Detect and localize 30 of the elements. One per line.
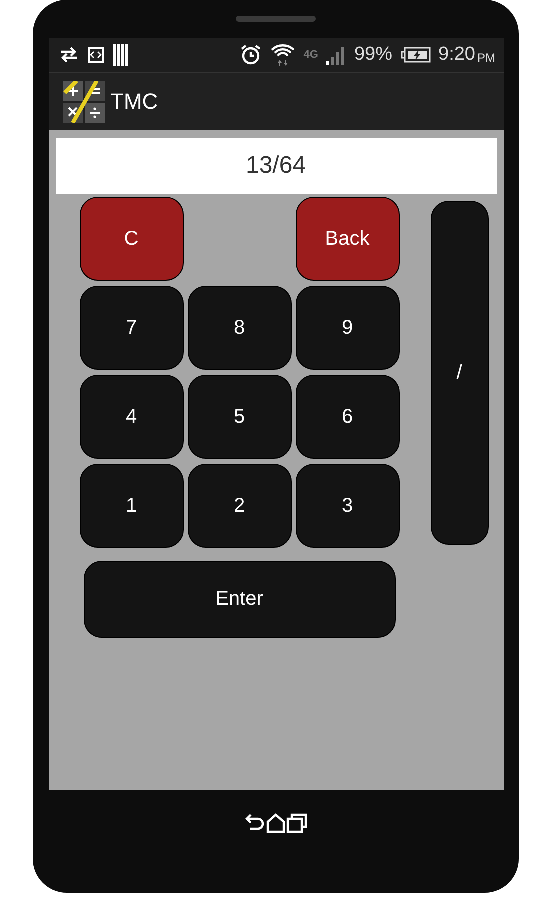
digit-key[interactable]: 9 bbox=[296, 286, 400, 370]
expression-display: 13/64 bbox=[56, 138, 496, 194]
back-icon[interactable] bbox=[244, 812, 266, 832]
enter-key[interactable]: Enter bbox=[84, 561, 396, 638]
network-type: 4G bbox=[304, 49, 318, 61]
battery-charging-icon bbox=[400, 47, 431, 63]
wifi-icon bbox=[270, 42, 296, 68]
barcode-icon bbox=[112, 44, 130, 66]
divide-key[interactable]: / bbox=[430, 201, 488, 545]
digit-key[interactable]: 1 bbox=[80, 464, 184, 548]
digit-key[interactable]: 8 bbox=[188, 286, 292, 370]
keypad-key[interactable]: Back bbox=[296, 197, 400, 281]
clock-time: 9:20 bbox=[438, 44, 476, 66]
home-icon[interactable] bbox=[266, 812, 286, 832]
sync-arrows-icon bbox=[58, 47, 78, 63]
digit-key[interactable]: 2 bbox=[188, 464, 292, 548]
calculator-app-icon bbox=[62, 80, 104, 122]
signal-icon bbox=[326, 45, 346, 65]
digit-key[interactable]: 4 bbox=[80, 375, 184, 459]
app-title: TMC bbox=[110, 88, 158, 114]
digit-key[interactable]: 6 bbox=[296, 375, 400, 459]
code-icon bbox=[86, 46, 104, 64]
digit-key[interactable]: 3 bbox=[296, 464, 400, 548]
battery-percent: 99% bbox=[354, 44, 393, 66]
keypad-key[interactable]: C bbox=[80, 197, 184, 281]
alarm-icon bbox=[240, 44, 262, 66]
digit-key[interactable]: 5 bbox=[188, 375, 292, 459]
recent-apps-icon[interactable] bbox=[286, 812, 308, 832]
digit-key[interactable]: 7 bbox=[80, 286, 184, 370]
clock-period: PM bbox=[478, 51, 496, 65]
